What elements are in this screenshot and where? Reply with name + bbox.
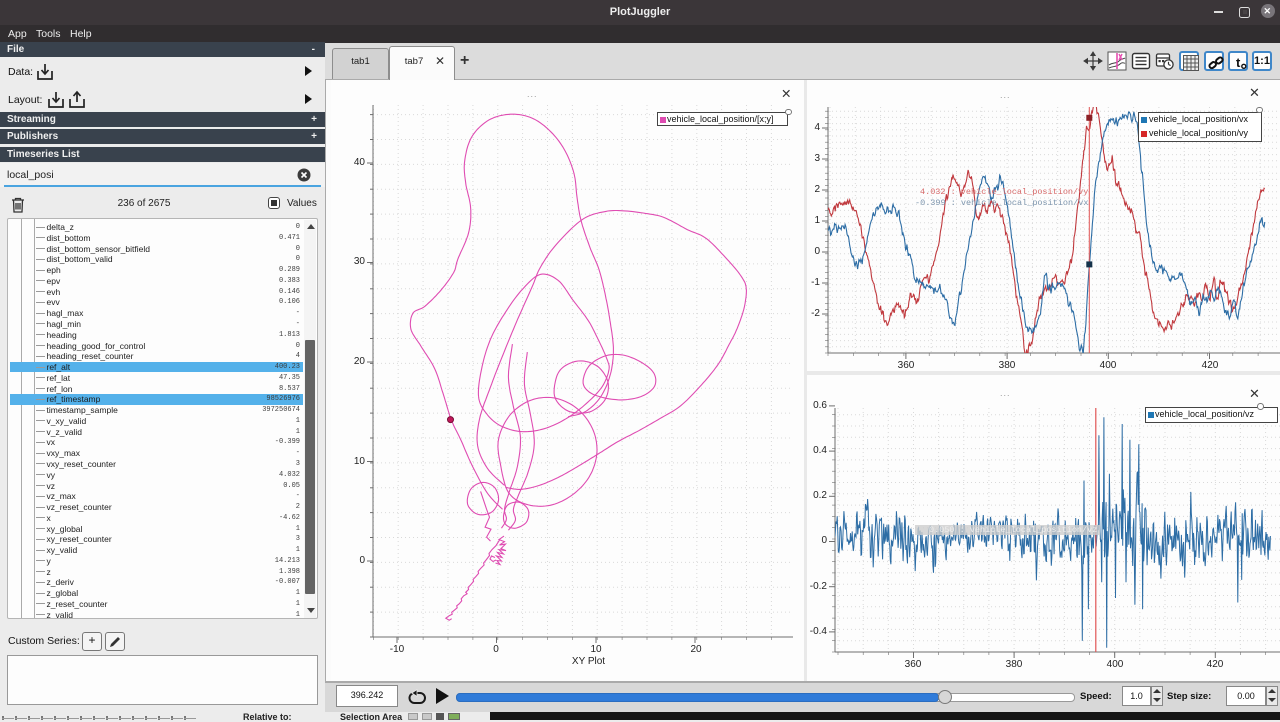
svg-text:t: t — [1236, 55, 1241, 70]
